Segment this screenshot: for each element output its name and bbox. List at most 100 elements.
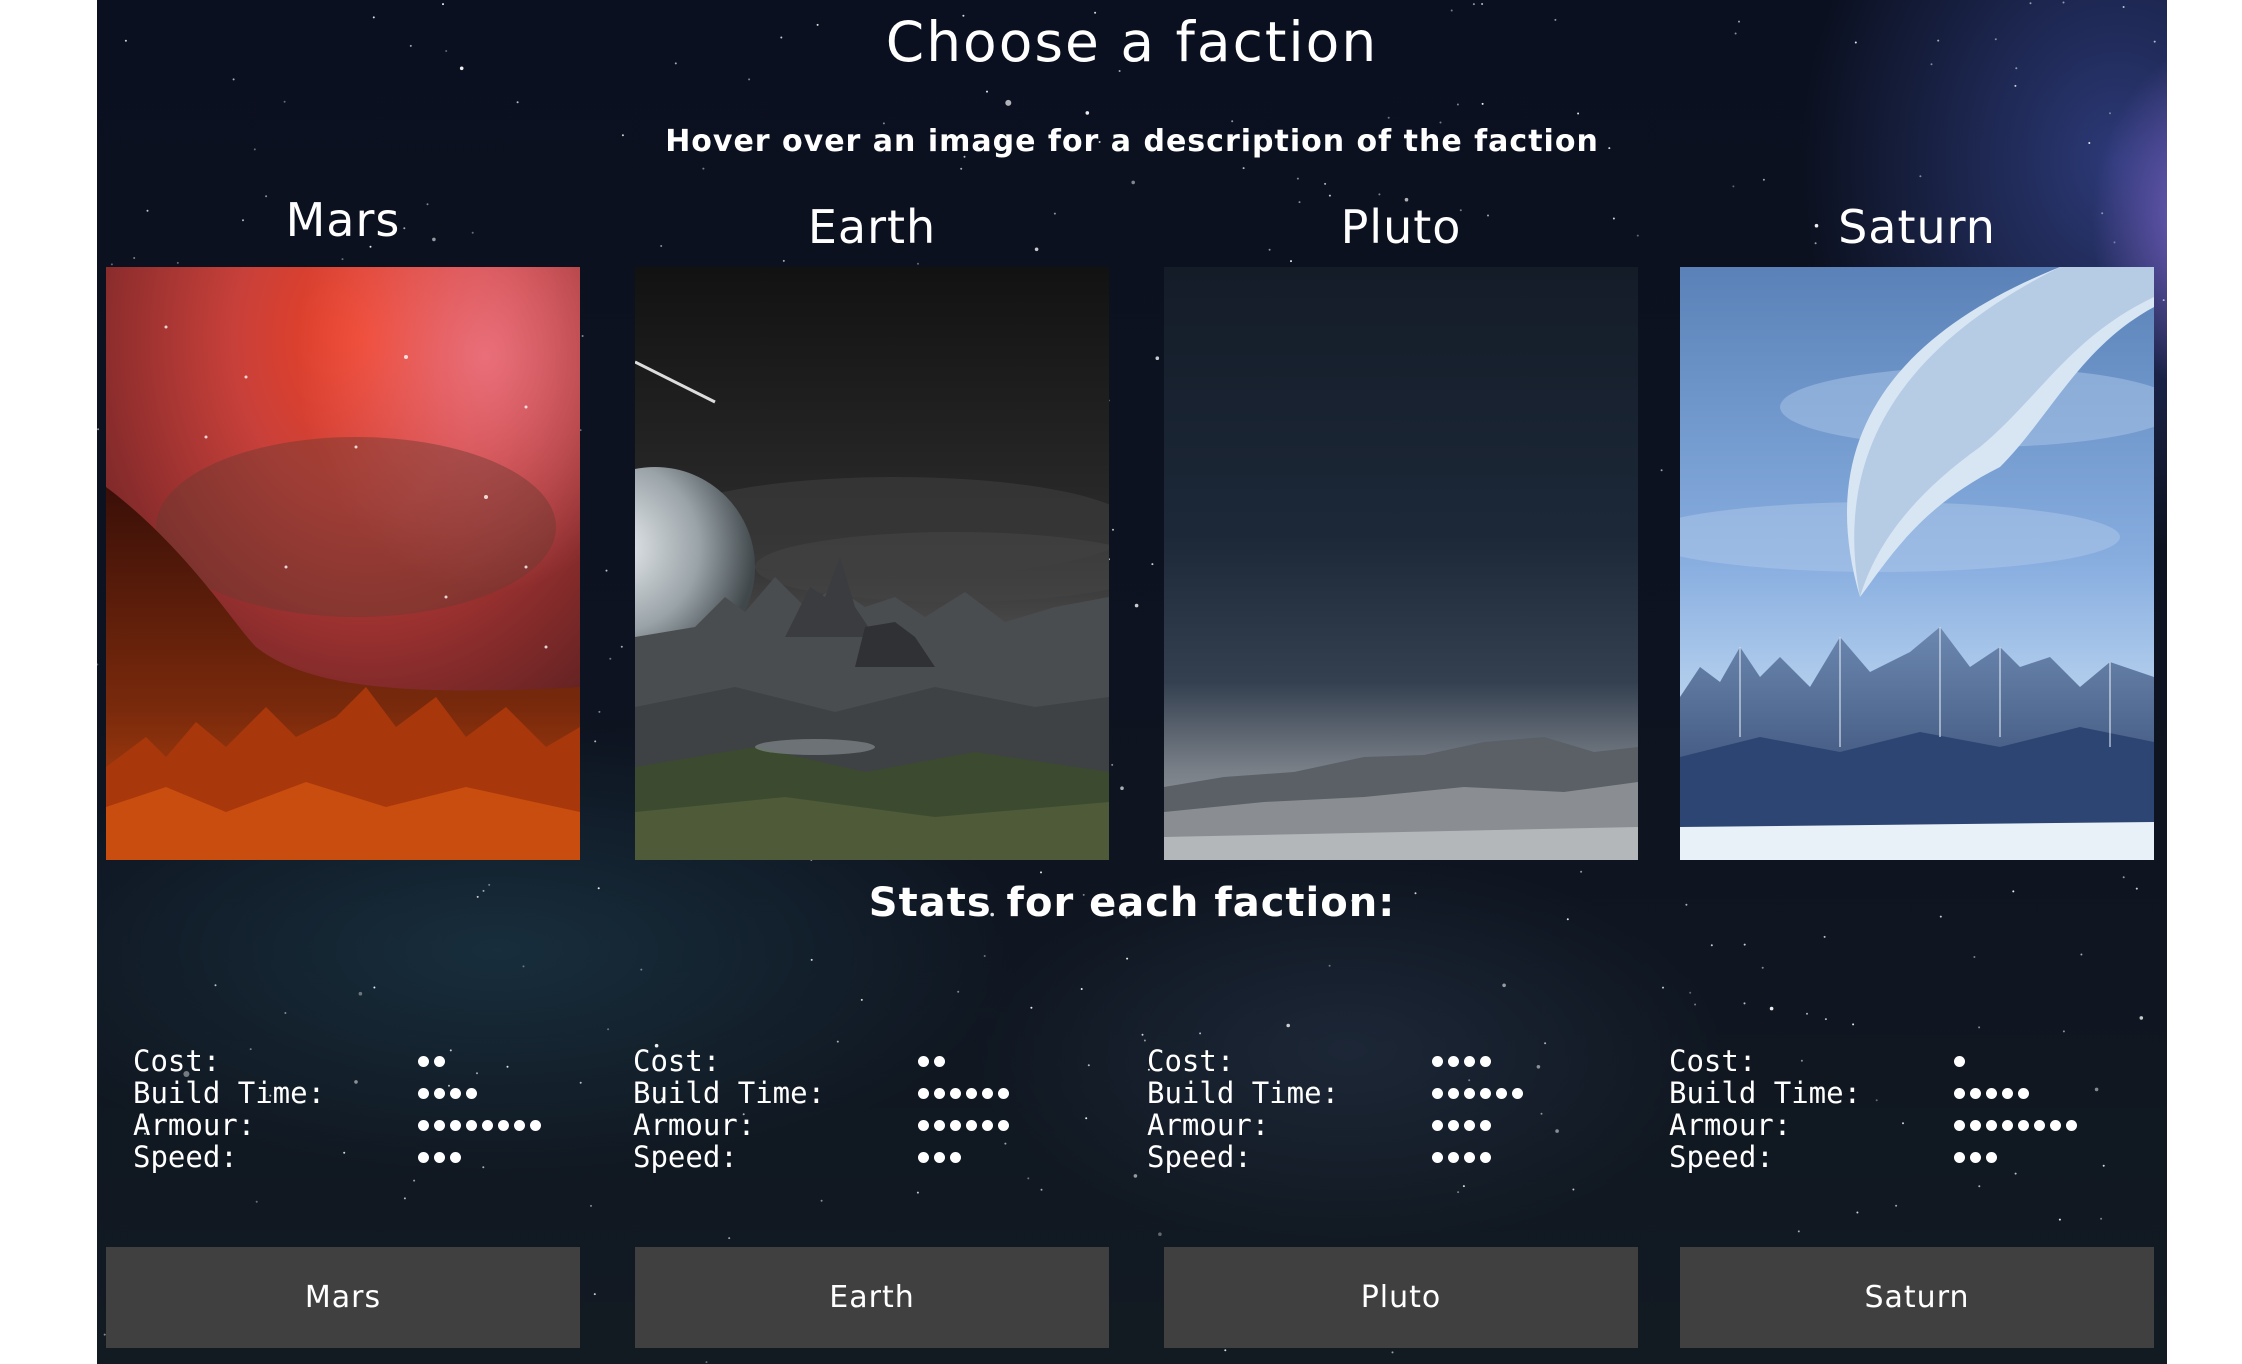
stat-label-cost: Cost:	[133, 1044, 221, 1078]
rating-dot	[918, 1119, 929, 1131]
stat-rating-armour	[918, 1109, 1009, 1141]
rating-dot	[998, 1119, 1009, 1131]
rating-dot	[1970, 1119, 1981, 1131]
rating-dot	[1986, 1151, 1997, 1163]
rating-dot	[1480, 1055, 1491, 1067]
rating-dot	[1496, 1087, 1507, 1099]
page-subtitle: Hover over an image for a description of…	[665, 124, 1599, 159]
stat-rating-speed	[1432, 1141, 1491, 1173]
rating-dot	[1970, 1087, 1981, 1099]
stat-label-cost: Cost:	[633, 1044, 721, 1078]
stats-earth: Cost: Build Time: Armour: Speed:	[633, 1045, 1093, 1173]
stat-row-cost: Cost:	[133, 1045, 593, 1077]
stat-label-build-time: Build Time:	[633, 1076, 826, 1110]
rating-dot	[998, 1087, 1009, 1099]
rating-dot	[918, 1151, 929, 1163]
rating-dot	[2034, 1119, 2045, 1131]
stat-row-cost: Cost:	[633, 1045, 1093, 1077]
stat-rating-build-time	[418, 1077, 477, 1109]
rating-dot	[434, 1087, 445, 1099]
mars-select-button[interactable]: Mars	[106, 1247, 580, 1348]
rating-dot	[418, 1151, 429, 1163]
stat-row-cost: Cost:	[1669, 1045, 2129, 1077]
rating-dot	[498, 1119, 509, 1131]
stat-rating-build-time	[918, 1077, 1009, 1109]
rating-dot	[934, 1151, 945, 1163]
stat-rating-cost	[918, 1045, 945, 1077]
rating-dot	[1986, 1119, 1997, 1131]
rating-dot	[934, 1087, 945, 1099]
stat-label-cost: Cost:	[1147, 1044, 1235, 1078]
stat-label-cost: Cost:	[1669, 1044, 1757, 1078]
stat-row-build-time: Build Time:	[1669, 1077, 2129, 1109]
mars-faction-image[interactable]	[106, 267, 580, 860]
stats-mars: Cost: Build Time: Armour: Speed:	[133, 1045, 593, 1173]
space-background: Choose a faction Hover over an image for…	[97, 0, 2167, 1364]
stat-rating-armour	[418, 1109, 541, 1141]
stat-rating-cost	[1954, 1045, 1965, 1077]
stat-row-speed: Speed:	[133, 1141, 593, 1173]
rating-dot	[450, 1151, 461, 1163]
faction-name-earth: Earth	[807, 200, 937, 254]
rating-dot	[1464, 1055, 1475, 1067]
stat-row-speed: Speed:	[633, 1141, 1093, 1173]
rating-dot	[1480, 1087, 1491, 1099]
rating-dot	[2002, 1119, 2013, 1131]
rating-dot	[1432, 1151, 1443, 1163]
rating-dot	[934, 1119, 945, 1131]
stat-rating-build-time	[1432, 1077, 1523, 1109]
stat-rating-cost	[1432, 1045, 1491, 1077]
rating-dot	[950, 1119, 961, 1131]
rating-dot	[434, 1119, 445, 1131]
rating-dot	[1432, 1087, 1443, 1099]
rating-dot	[1464, 1087, 1475, 1099]
stat-label-speed: Speed:	[1669, 1140, 1774, 1174]
rating-dot	[2066, 1119, 2077, 1131]
saturn-select-button[interactable]: Saturn	[1680, 1247, 2154, 1348]
earth-select-button[interactable]: Earth	[635, 1247, 1109, 1348]
stat-row-armour: Armour:	[1669, 1109, 2129, 1141]
rating-dot	[434, 1055, 445, 1067]
pluto-select-button[interactable]: Pluto	[1164, 1247, 1638, 1348]
rating-dot	[1448, 1055, 1459, 1067]
rating-dot	[466, 1119, 477, 1131]
stats-pluto: Cost: Build Time: Armour: Speed:	[1147, 1045, 1607, 1173]
rating-dot	[1970, 1151, 1981, 1163]
stat-label-armour: Armour:	[1669, 1108, 1792, 1142]
earth-faction-image[interactable]	[635, 267, 1109, 860]
rating-dot	[950, 1087, 961, 1099]
pluto-faction-image[interactable]	[1164, 267, 1638, 860]
rating-dot	[418, 1119, 429, 1131]
rating-dot	[418, 1087, 429, 1099]
rating-dot	[918, 1087, 929, 1099]
rating-dot	[1986, 1087, 1997, 1099]
stat-row-build-time: Build Time:	[133, 1077, 593, 1109]
rating-dot	[1432, 1119, 1443, 1131]
rating-dot	[1954, 1151, 1965, 1163]
stat-label-speed: Speed:	[633, 1140, 738, 1174]
faction-name-pluto: Pluto	[1340, 200, 1462, 254]
stat-row-armour: Armour:	[1147, 1109, 1607, 1141]
rating-dot	[1464, 1119, 1475, 1131]
stat-rating-speed	[1954, 1141, 1997, 1173]
saturn-faction-image[interactable]	[1680, 267, 2154, 860]
rating-dot	[1954, 1087, 1965, 1099]
stat-row-speed: Speed:	[1669, 1141, 2129, 1173]
rating-dot	[2018, 1119, 2029, 1131]
rating-dot	[1448, 1119, 1459, 1131]
rating-dot	[1448, 1087, 1459, 1099]
stat-rating-speed	[418, 1141, 461, 1173]
stat-label-armour: Armour:	[1147, 1108, 1270, 1142]
stats-title: Stats for each faction:	[868, 880, 1396, 926]
rating-dot	[1464, 1151, 1475, 1163]
rating-dot	[1954, 1119, 1965, 1131]
rating-dot	[530, 1119, 541, 1131]
stat-rating-speed	[918, 1141, 961, 1173]
rating-dot	[1448, 1151, 1459, 1163]
rating-dot	[418, 1055, 429, 1067]
stat-rating-armour	[1954, 1109, 2077, 1141]
rating-dot	[2002, 1087, 2013, 1099]
rating-dot	[950, 1151, 961, 1163]
stat-label-armour: Armour:	[633, 1108, 756, 1142]
stat-rating-cost	[418, 1045, 445, 1077]
